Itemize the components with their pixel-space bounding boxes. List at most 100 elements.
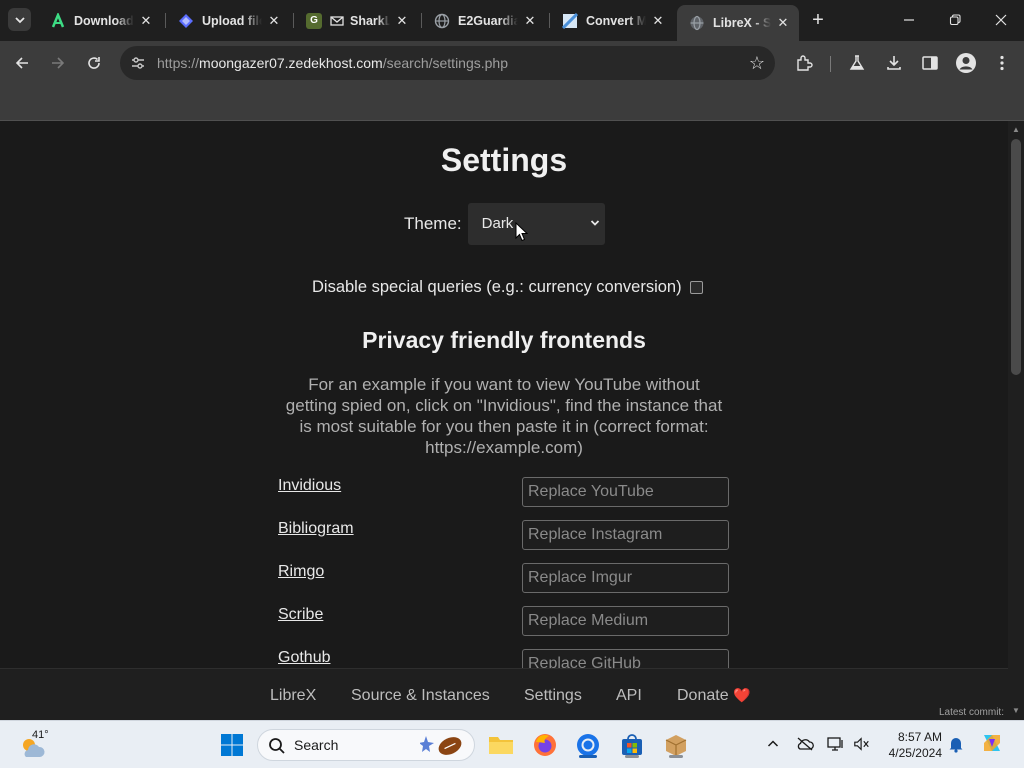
special-queries-row: Disable special queries (e.g.: currency …	[312, 277, 703, 297]
reload-icon	[88, 57, 100, 69]
rimgo-instance-input[interactable]	[522, 563, 729, 593]
footer-link-librex[interactable]: LibreX	[270, 687, 316, 705]
special-queries-label: Disable special queries (e.g.: currency …	[312, 277, 682, 296]
frontend-row: Invidious	[278, 477, 730, 507]
sharkl-icon: G	[306, 12, 322, 29]
clock-time: 8:57 AM	[897, 730, 942, 744]
convert-icon	[562, 12, 578, 29]
restore-button[interactable]	[932, 0, 978, 40]
tab-librex-active[interactable]: LibreX - Se ✕	[677, 5, 799, 41]
frontend-row: Bibliogram	[278, 520, 730, 550]
chrome-button[interactable]	[572, 729, 604, 761]
special-queries-checkbox[interactable]	[689, 280, 703, 294]
invidious-instance-input[interactable]	[522, 477, 729, 507]
scroll-down-icon[interactable]: ▼	[1011, 706, 1021, 716]
tab-sharkl[interactable]: G SharkL ✕	[294, 6, 418, 35]
theme-label: Theme:	[404, 214, 462, 233]
start-button[interactable]	[216, 729, 248, 761]
privacy-frontends-description: For an example if you want to view YouTu…	[285, 375, 723, 457]
heart-icon: ❤️	[733, 687, 751, 703]
side-panel-button[interactable]	[918, 51, 942, 75]
show-hidden-icons-button[interactable]	[764, 735, 782, 753]
frontend-row: Rimgo	[278, 563, 730, 593]
mouse-cursor-icon	[515, 222, 529, 242]
firefox-button[interactable]	[529, 729, 561, 761]
bookmark-star-icon[interactable]: ☆	[749, 53, 765, 74]
running-indicator	[579, 755, 597, 758]
scroll-up-icon[interactable]: ▲	[1011, 125, 1021, 135]
forward-arrow-icon	[52, 57, 65, 69]
taskbar-search-box[interactable]: Search	[257, 729, 475, 761]
close-window-button[interactable]	[978, 0, 1024, 40]
volume-icon[interactable]	[853, 735, 871, 753]
running-indicator	[669, 755, 683, 758]
close-icon[interactable]: ✕	[775, 15, 791, 31]
frontend-link-invidious[interactable]: Invidious	[278, 477, 341, 495]
frontend-link-rimgo[interactable]: Rimgo	[278, 563, 324, 581]
package-app-button[interactable]	[660, 729, 692, 761]
close-icon[interactable]: ✕	[266, 13, 282, 29]
labs-button[interactable]	[845, 51, 869, 75]
profile-button[interactable]	[954, 51, 978, 75]
tab-e2guardian[interactable]: E2Guardian ✕	[422, 6, 546, 35]
tab-search-button[interactable]	[8, 8, 31, 31]
latest-commit-label: Latest commit:	[938, 707, 1004, 718]
footer-link-api[interactable]: API	[616, 687, 642, 705]
tab-download[interactable]: Download ✕	[38, 6, 162, 35]
new-tab-button[interactable]: +	[808, 10, 828, 30]
store-button[interactable]	[616, 729, 648, 761]
package-box-icon	[665, 735, 687, 756]
minimize-icon	[904, 19, 914, 21]
file-explorer-button[interactable]	[485, 729, 517, 761]
flask-icon	[849, 55, 865, 70]
frontend-link-bibliogram[interactable]: Bibliogram	[278, 520, 354, 538]
profile-avatar-icon	[956, 53, 976, 73]
url-host: moongazer07.zedekhost.com	[199, 55, 383, 71]
close-icon[interactable]: ✕	[522, 13, 538, 29]
side-panel-icon	[922, 56, 938, 70]
chevron-down-icon	[14, 16, 25, 23]
theme-row: Theme: Dark	[404, 203, 605, 245]
footer-link-settings[interactable]: Settings	[524, 687, 582, 705]
extensions-button[interactable]	[792, 51, 816, 75]
network-monitor-icon[interactable]	[827, 735, 845, 753]
downloads-button[interactable]	[882, 51, 906, 75]
frontend-link-scribe[interactable]: Scribe	[278, 606, 323, 624]
footer-link-source-instances[interactable]: Source & Instances	[351, 687, 490, 705]
search-highlight-icon	[420, 736, 462, 755]
tab-convert[interactable]: Convert M ✕	[550, 6, 674, 35]
folder-icon	[489, 737, 513, 754]
search-icon	[269, 738, 285, 754]
tab-upload-file[interactable]: Upload file ✕	[166, 6, 290, 35]
system-clock[interactable]: 8:57 AM 4/25/2024	[880, 729, 942, 761]
scribe-instance-input[interactable]	[522, 606, 729, 636]
minimize-button[interactable]	[886, 0, 932, 40]
clock-date: 4/25/2024	[888, 746, 942, 760]
theme-select[interactable]: Dark	[467, 203, 605, 245]
footer-link-donate[interactable]: Donate ❤️	[677, 687, 750, 705]
windows-taskbar: 41° Search 8:57 AM 4/25/2024	[0, 720, 1024, 768]
theme-selected-value: Dark	[481, 215, 514, 232]
notifications-icon[interactable]	[947, 735, 965, 753]
reload-button[interactable]	[82, 51, 106, 75]
site-info-icon[interactable]	[130, 55, 146, 71]
page-viewport: Settings Theme: Dark Disable special que…	[0, 121, 1008, 720]
onedrive-status-icon[interactable]	[796, 735, 814, 753]
menu-button[interactable]	[990, 51, 1014, 75]
close-icon[interactable]: ✕	[138, 13, 154, 29]
address-bar[interactable]: https://moongazer07.zedekhost.com/search…	[120, 46, 775, 80]
close-icon[interactable]: ✕	[650, 13, 666, 29]
page-scrollbar[interactable]: ▲ ▼	[1008, 121, 1024, 720]
bibliogram-instance-input[interactable]	[522, 520, 729, 550]
weather-widget[interactable]: 41°	[18, 729, 50, 761]
globe-icon	[689, 15, 705, 31]
kebab-menu-icon	[1000, 55, 1004, 71]
chrome-icon	[577, 734, 599, 756]
forward-button[interactable]	[46, 51, 70, 75]
copilot-icon[interactable]	[980, 731, 1004, 755]
close-icon[interactable]: ✕	[394, 13, 410, 29]
frontend-link-gothub[interactable]: Gothub	[278, 649, 330, 667]
back-button[interactable]	[10, 51, 34, 75]
android-studio-icon	[50, 12, 66, 29]
scrollbar-thumb[interactable]	[1011, 139, 1021, 375]
